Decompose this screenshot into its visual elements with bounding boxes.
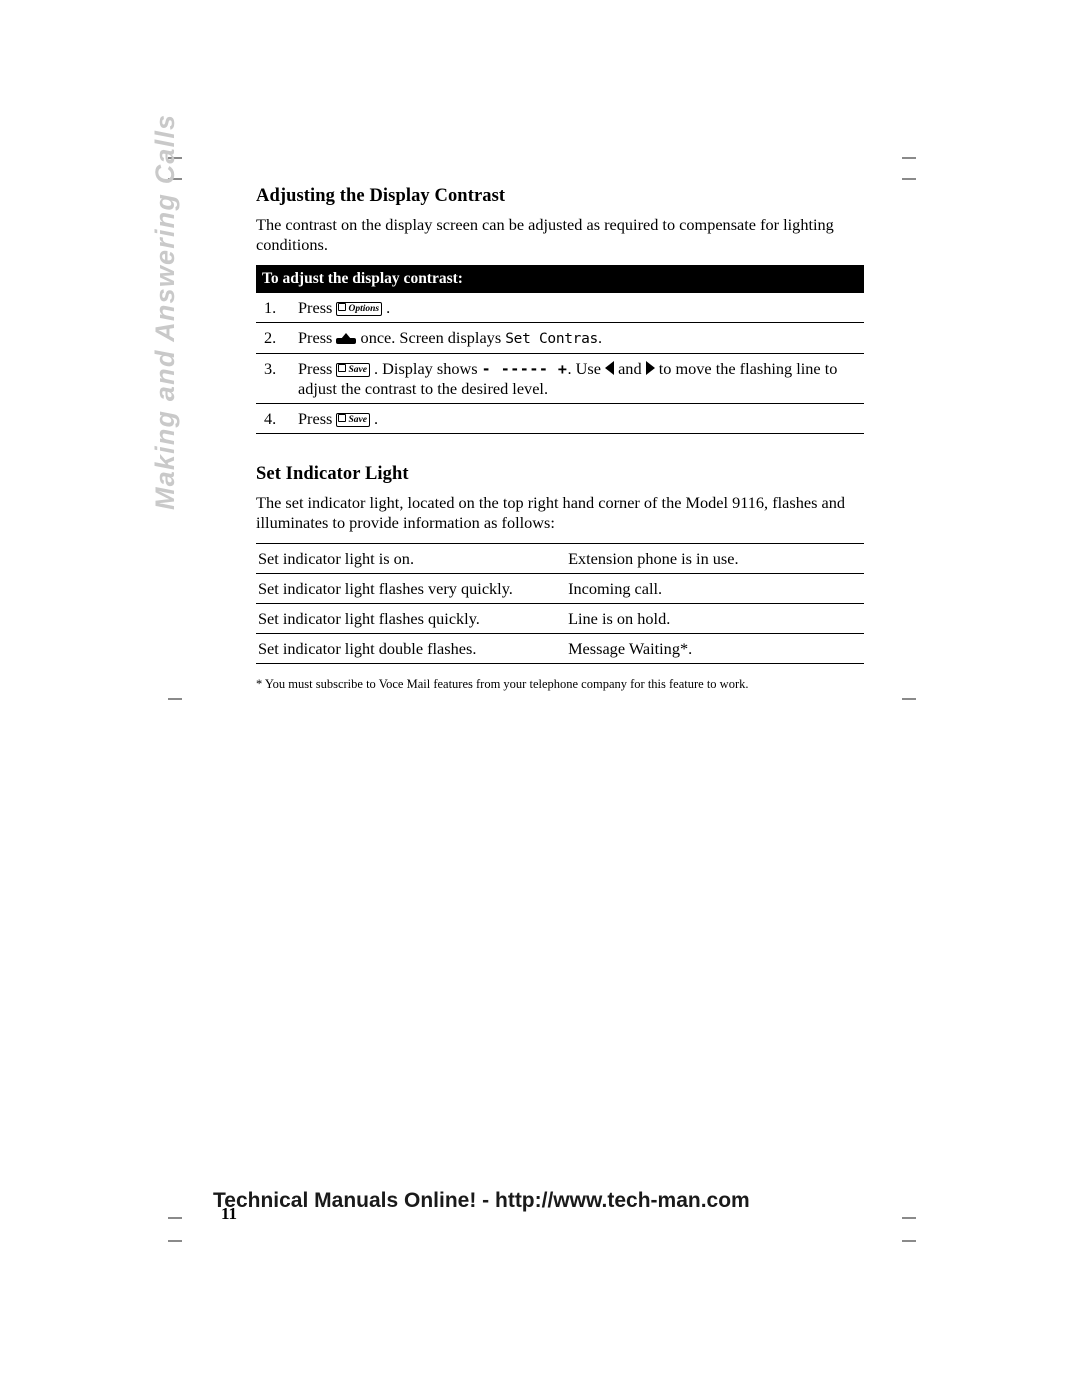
- save-key-icon: Save: [336, 363, 370, 377]
- indicator-meaning: Line is on hold.: [566, 603, 864, 634]
- table-row: 4. Press Save .: [256, 403, 864, 434]
- procedure-header-bar: To adjust the display contrast:: [256, 265, 864, 293]
- table-row: Set indicator light double flashes. Mess…: [256, 633, 864, 664]
- step-period: .: [386, 298, 391, 317]
- up-arrow-icon: [336, 333, 357, 344]
- step-period: .: [374, 409, 379, 428]
- table-row: 2. Press once. Screen displays Set Contr…: [256, 322, 864, 354]
- crop-mark-mid-left: [168, 698, 182, 700]
- table-row: Set indicator light is on. Extension pho…: [256, 543, 864, 574]
- procedure-steps-table: 1. Press Options . 2. Press once. Screen…: [256, 293, 864, 434]
- page-content: Adjusting the Display Contrast The contr…: [256, 186, 864, 705]
- step-number: 4.: [256, 403, 298, 434]
- page-number: 11: [221, 1204, 238, 1223]
- step-tail: once. Screen displays: [360, 328, 502, 347]
- section-intro-display-contrast: The contrast on the display screen can b…: [256, 215, 834, 254]
- indicator-condition: Set indicator light flashes quickly.: [256, 603, 567, 634]
- section-title-set-indicator-light: Set Indicator Light: [256, 464, 409, 484]
- indicator-condition: Set indicator light double flashes.: [256, 633, 567, 664]
- table-row: Set indicator light flashes very quickly…: [256, 573, 864, 604]
- step-conjunction: and: [618, 359, 642, 378]
- step-number: 3.: [256, 353, 298, 404]
- crop-mark-upper-right: [902, 178, 916, 180]
- step-verb: Press: [298, 298, 333, 317]
- section-title-display-contrast: Adjusting the Display Contrast: [256, 186, 506, 206]
- crop-mark-lower-left: [168, 1217, 182, 1219]
- crop-mark-top-right: [902, 157, 916, 159]
- options-key-icon: Options: [336, 302, 383, 316]
- contrast-scale-glyph: - ----- +: [481, 360, 568, 378]
- indicator-condition: Set indicator light is on.: [256, 543, 567, 574]
- indicator-meaning: Extension phone is in use.: [566, 543, 864, 574]
- table-row: Set indicator light flashes quickly. Lin…: [256, 603, 864, 634]
- crop-mark-mid-right: [902, 698, 916, 700]
- left-triangle-icon: [605, 361, 614, 375]
- footnote-voice-mail: * You must subscribe to Voce Mail featur…: [256, 677, 749, 691]
- footer-banner: Technical Manuals Online! - http://www.t…: [213, 1189, 750, 1212]
- step-text: Press Save . Display shows - ----- +. Us…: [298, 353, 864, 404]
- step-period: .: [597, 328, 603, 347]
- indicator-meaning: Message Waiting*.: [566, 633, 864, 664]
- save-key-label: Save: [348, 365, 367, 375]
- step-text: Press Save .: [298, 403, 864, 434]
- table-row: 3. Press Save . Display shows - ----- +.…: [256, 353, 864, 404]
- indicator-meaning: Incoming call.: [566, 573, 864, 604]
- screen-display-text: Set Contras: [505, 331, 598, 347]
- right-triangle-icon: [645, 361, 655, 375]
- step-tail: . Display shows: [374, 359, 478, 378]
- indicator-condition: Set indicator light flashes very quickly…: [256, 573, 567, 604]
- section-intro-set-indicator-light: The set indicator light, located on the …: [256, 493, 845, 532]
- step-tail-2: . Use: [567, 359, 601, 378]
- table-row: 1. Press Options .: [256, 293, 864, 323]
- step-text: Press Options .: [298, 293, 864, 323]
- options-key-label: Options: [348, 304, 380, 314]
- step-verb: Press: [298, 359, 333, 378]
- crop-mark-lower-right: [902, 1217, 916, 1219]
- crop-mark-bottom-right: [902, 1240, 916, 1242]
- save-key-icon: Save: [336, 413, 370, 427]
- chapter-side-tab-label: Making and Answering Calls: [150, 113, 180, 510]
- step-number: 2.: [256, 322, 298, 354]
- chapter-side-tab: Making and Answering Calls: [150, 0, 190, 510]
- step-text: Press once. Screen displays Set Contras.: [298, 322, 864, 354]
- save-key-label: Save: [348, 415, 367, 425]
- crop-mark-bottom-left: [168, 1240, 182, 1242]
- step-number: 1.: [256, 293, 298, 323]
- step-verb: Press: [298, 409, 333, 428]
- indicator-light-table: Set indicator light is on. Extension pho…: [256, 543, 864, 664]
- step-verb: Press: [298, 328, 333, 347]
